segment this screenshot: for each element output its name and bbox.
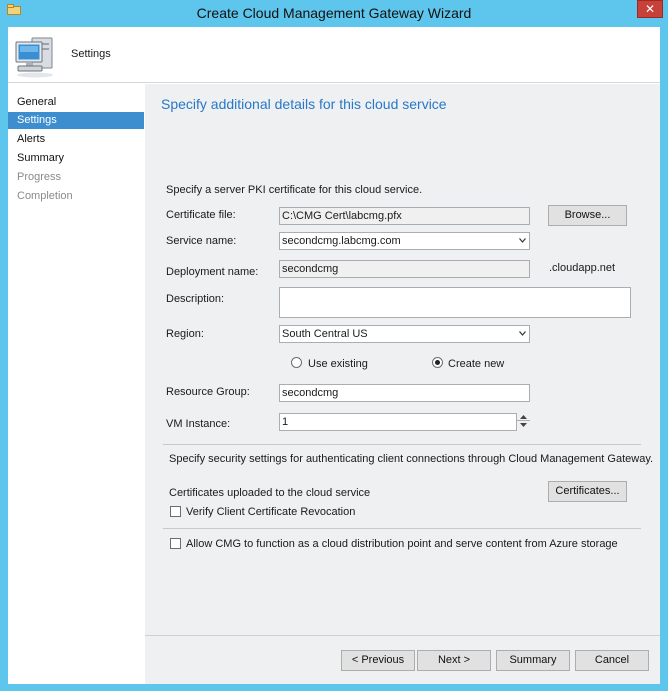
region-combo[interactable]: South Central US xyxy=(279,325,530,343)
radio-selected-dot xyxy=(435,360,440,365)
resource-group-field[interactable]: secondcmg xyxy=(279,384,530,402)
wizard-window: Create Cloud Management Gateway Wizard ✕… xyxy=(0,0,668,691)
security-intro-text: Specify security settings for authentica… xyxy=(169,453,654,465)
nav-item-completion: Completion xyxy=(17,190,73,202)
wizard-header: Settings xyxy=(8,27,660,83)
deployment-suffix: .cloudapp.net xyxy=(549,262,616,274)
settings-page: Specify additional details for this clou… xyxy=(145,84,660,684)
vm-instance-stepper[interactable]: 1 xyxy=(279,413,530,431)
service-name-value: secondcmg.labcmg.com xyxy=(282,235,401,247)
resource-group-label: Resource Group: xyxy=(166,386,250,398)
title-bar[interactable]: Create Cloud Management Gateway Wizard ✕ xyxy=(0,0,668,27)
allow-cdp-checkbox[interactable] xyxy=(170,538,181,549)
chevron-down-icon xyxy=(520,423,527,427)
spin-up-button[interactable] xyxy=(517,413,530,421)
section-divider xyxy=(163,528,641,529)
chevron-down-icon xyxy=(519,331,526,336)
create-new-label[interactable]: Create new xyxy=(448,358,504,370)
deployment-name-label: Deployment name: xyxy=(166,266,259,278)
page-title: Specify additional details for this clou… xyxy=(161,96,447,112)
wizard-nav: General Settings Alerts Summary Progress… xyxy=(8,84,145,684)
region-label: Region: xyxy=(166,328,204,340)
chevron-down-icon xyxy=(519,238,526,243)
service-name-combo[interactable]: secondcmg.labcmg.com xyxy=(279,232,530,250)
use-existing-label[interactable]: Use existing xyxy=(308,358,368,370)
computer-icon xyxy=(15,37,53,78)
browse-button[interactable]: Browse... xyxy=(548,205,627,226)
cancel-button[interactable]: Cancel xyxy=(575,650,649,671)
vm-instance-label: VM Instance: xyxy=(166,418,231,430)
description-label: Description: xyxy=(166,293,225,305)
spin-down-button[interactable] xyxy=(517,421,530,430)
nav-item-general[interactable]: General xyxy=(8,94,144,111)
nav-item-summary[interactable]: Summary xyxy=(8,150,144,167)
vm-instance-value: 1 xyxy=(282,416,289,428)
nav-item-alerts[interactable]: Alerts xyxy=(8,131,144,148)
description-field[interactable] xyxy=(279,287,631,318)
certificate-file-label: Certificate file: xyxy=(166,209,236,221)
certificate-file-field[interactable]: C:\CMG Cert\labcmg.pfx xyxy=(279,207,530,225)
verify-revocation-checkbox[interactable] xyxy=(170,506,181,517)
allow-cdp-label[interactable]: Allow CMG to function as a cloud distrib… xyxy=(186,538,618,550)
next-button[interactable]: Next > xyxy=(417,650,491,671)
service-name-label: Service name: xyxy=(166,235,237,247)
wizard-body: Settings General Settings Alerts Summary… xyxy=(8,27,660,684)
nav-item-progress: Progress xyxy=(17,171,62,183)
footer-divider xyxy=(145,635,660,636)
chevron-up-icon xyxy=(520,415,527,419)
nav-item-settings[interactable]: Settings xyxy=(8,112,144,129)
section-divider xyxy=(163,444,641,445)
close-icon: ✕ xyxy=(644,2,656,16)
certificates-button[interactable]: Certificates... xyxy=(548,481,627,502)
use-existing-radio[interactable] xyxy=(291,357,302,368)
summary-button[interactable]: Summary xyxy=(496,650,570,671)
pki-intro-text: Specify a server PKI certificate for thi… xyxy=(166,184,423,196)
close-button[interactable]: ✕ xyxy=(637,0,663,18)
previous-button[interactable]: < Previous xyxy=(341,650,415,671)
vm-instance-spinner[interactable] xyxy=(516,413,530,431)
header-title: Settings xyxy=(71,48,111,60)
region-value: South Central US xyxy=(282,328,368,340)
verify-revocation-label[interactable]: Verify Client Certificate Revocation xyxy=(186,506,355,518)
deployment-name-field[interactable]: secondcmg xyxy=(279,260,530,278)
certs-uploaded-label: Certificates uploaded to the cloud servi… xyxy=(169,487,371,499)
create-new-radio[interactable] xyxy=(432,357,443,368)
window-title: Create Cloud Management Gateway Wizard xyxy=(196,5,472,21)
